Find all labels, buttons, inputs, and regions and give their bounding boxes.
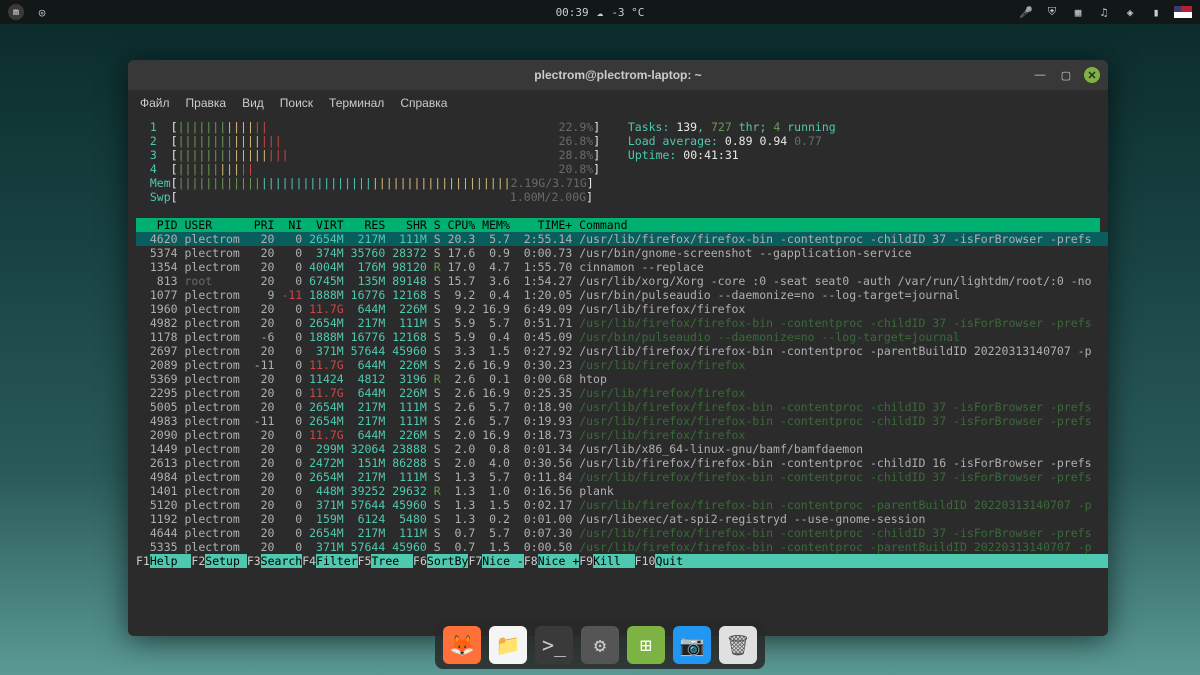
dock-files-icon[interactable]: 📁 [489, 626, 527, 664]
maximize-button[interactable]: ▢ [1058, 67, 1074, 83]
dock-terminal-icon[interactable]: >_ [535, 626, 573, 664]
dock-settings-icon[interactable]: ⚙ [581, 626, 619, 664]
menu-Файл[interactable]: Файл [140, 96, 170, 110]
weather-icon: ☁ [597, 6, 604, 19]
clock[interactable]: 00:39 [556, 6, 589, 19]
dock: 🦊 📁 >_ ⚙ ⊞ 📷 🗑 [435, 621, 765, 669]
dock-apps-icon[interactable]: ⊞ [627, 626, 665, 664]
mic-icon[interactable]: 🎤 [1018, 4, 1034, 20]
dock-trash-icon[interactable]: 🗑 [719, 626, 757, 664]
menubar: Файл Правка Вид Поиск Терминал Справка [128, 90, 1108, 116]
menu-Правка[interactable]: Правка [186, 96, 227, 110]
weather-temp[interactable]: -3 °C [611, 6, 644, 19]
window-title: plectrom@plectrom-laptop: ~ [534, 68, 701, 82]
music-icon[interactable]: ♫ [1096, 4, 1112, 20]
dock-screenshot-icon[interactable]: 📷 [673, 626, 711, 664]
terminal-content[interactable]: 1 [||||||||||||| 22.9%] Tasks: 139, 727 … [128, 116, 1108, 636]
menu-Поиск[interactable]: Поиск [280, 96, 313, 110]
terminal-window: plectrom@plectrom-laptop: ~ — ▢ ✕ Файл Пр… [128, 60, 1108, 636]
menu-Справка[interactable]: Справка [400, 96, 447, 110]
radio-icon[interactable]: ◎ [34, 4, 50, 20]
keyboard-layout-flag[interactable] [1174, 6, 1192, 18]
top-panel: m ◎ 00:39 ☁ -3 °C 🎤 ⛨ ▦ ♫ ◈ ▮ [0, 0, 1200, 24]
dock-firefox-icon[interactable]: 🦊 [443, 626, 481, 664]
wifi-icon[interactable]: ◈ [1122, 4, 1138, 20]
battery-icon[interactable]: ▮ [1148, 4, 1164, 20]
shield-icon[interactable]: ⛨ [1044, 4, 1060, 20]
window-titlebar[interactable]: plectrom@plectrom-laptop: ~ — ▢ ✕ [128, 60, 1108, 90]
menu-Вид[interactable]: Вид [242, 96, 264, 110]
minimize-button[interactable]: — [1032, 67, 1048, 83]
chip-icon[interactable]: ▦ [1070, 4, 1086, 20]
mint-menu-icon[interactable]: m [8, 4, 24, 20]
menu-Терминал[interactable]: Терминал [329, 96, 384, 110]
close-button[interactable]: ✕ [1084, 67, 1100, 83]
